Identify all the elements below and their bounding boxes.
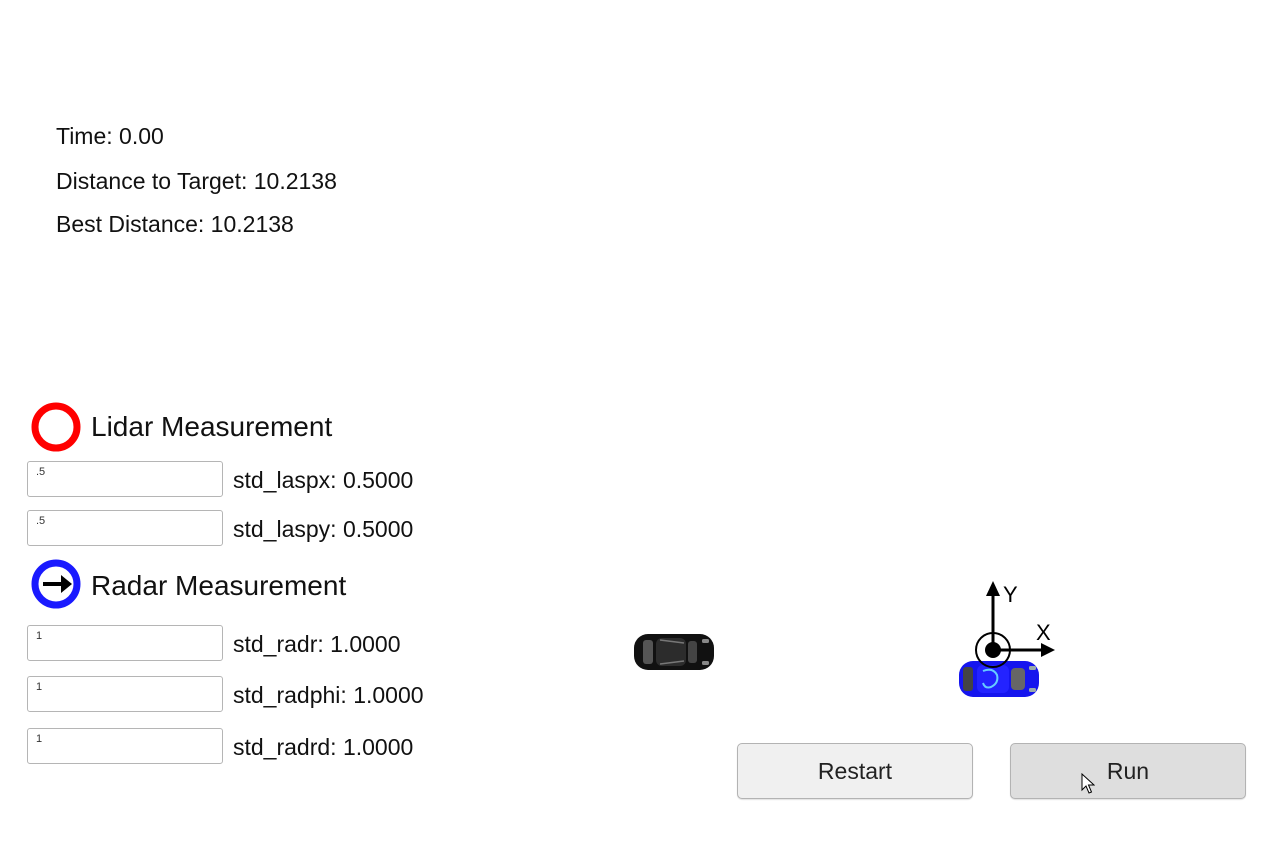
std-radr-label: std_radr: 1.0000 [233, 631, 401, 657]
blue-ring-arrow-icon [31, 559, 81, 609]
simulator-screen: Time: 0.00 Distance to Target: 10.2138 B… [0, 0, 1272, 864]
std-laspy-input[interactable]: .5 [27, 510, 223, 546]
std-laspx-label: std_laspx: 0.5000 [233, 467, 414, 493]
coordinate-axes-gizmo: Y X [975, 581, 1055, 668]
run-button[interactable]: Run [1010, 743, 1246, 799]
red-ring-icon [31, 402, 81, 452]
axis-y-label: Y [1003, 582, 1018, 607]
target-car-icon [634, 634, 714, 670]
std-radr-input[interactable]: 1 [27, 625, 223, 661]
distance-to-target-readout: Distance to Target: 10.2138 [56, 168, 337, 194]
time-readout: Time: 0.00 [56, 123, 164, 149]
best-distance-readout: Best Distance: 10.2138 [56, 211, 294, 237]
std-radrd-input[interactable]: 1 [27, 728, 223, 764]
mouse-cursor-icon [1081, 773, 1095, 794]
std-laspy-label: std_laspy: 0.5000 [233, 516, 414, 542]
std-laspx-input[interactable]: .5 [27, 461, 223, 497]
axis-x-label: X [1036, 620, 1051, 645]
restart-button[interactable]: Restart [737, 743, 973, 799]
radar-measurement-title: Radar Measurement [91, 570, 347, 601]
std-radrd-label: std_radrd: 1.0000 [233, 734, 414, 760]
std-radphi-input[interactable]: 1 [27, 676, 223, 712]
lidar-measurement-title: Lidar Measurement [91, 411, 333, 442]
std-radphi-label: std_radphi: 1.0000 [233, 682, 424, 708]
